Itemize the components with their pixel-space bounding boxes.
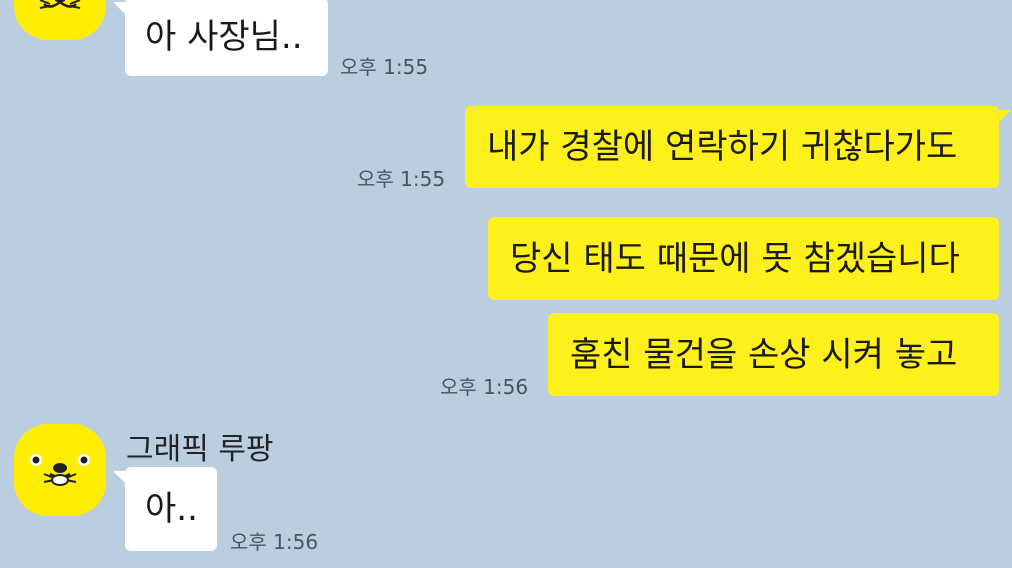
outgoing-message-bubble[interactable]: 훔친 물건을 손상 시켜 놓고 (548, 313, 999, 396)
incoming-message-bubble[interactable]: 아.. (113, 467, 217, 551)
message-time: 오후 1:55 (340, 55, 429, 79)
incoming-message-bubble[interactable]: 아 사장님.. (113, 0, 328, 76)
chat-room: 아 사장님.. 오후 1:55 내가 경찰에 연락하기 귀찮다가도 오후 1:5… (0, 0, 1012, 568)
message-time: 오후 1:56 (440, 375, 529, 399)
message-text: 아.. (145, 489, 198, 529)
outgoing-message-bubble[interactable]: 당신 태도 때문에 못 참겠습니다 (488, 217, 999, 300)
message-time: 오후 1:56 (230, 530, 319, 554)
message-text: 아 사장님.. (145, 17, 303, 57)
seal-avatar-icon[interactable] (14, 424, 106, 516)
seal-avatar-icon[interactable] (14, 0, 106, 40)
message-text: 당신 태도 때문에 못 참겠습니다 (510, 238, 960, 279)
outgoing-message-bubble[interactable]: 내가 경찰에 연락하기 귀찮다가도 (465, 106, 1011, 188)
message-text: 훔친 물건을 손상 시켜 놓고 (570, 334, 958, 375)
message-time: 오후 1:55 (357, 167, 446, 191)
sender-name: 그래픽 루팡 (126, 432, 274, 467)
message-text: 내가 경찰에 연락하기 귀찮다가도 (487, 127, 958, 167)
